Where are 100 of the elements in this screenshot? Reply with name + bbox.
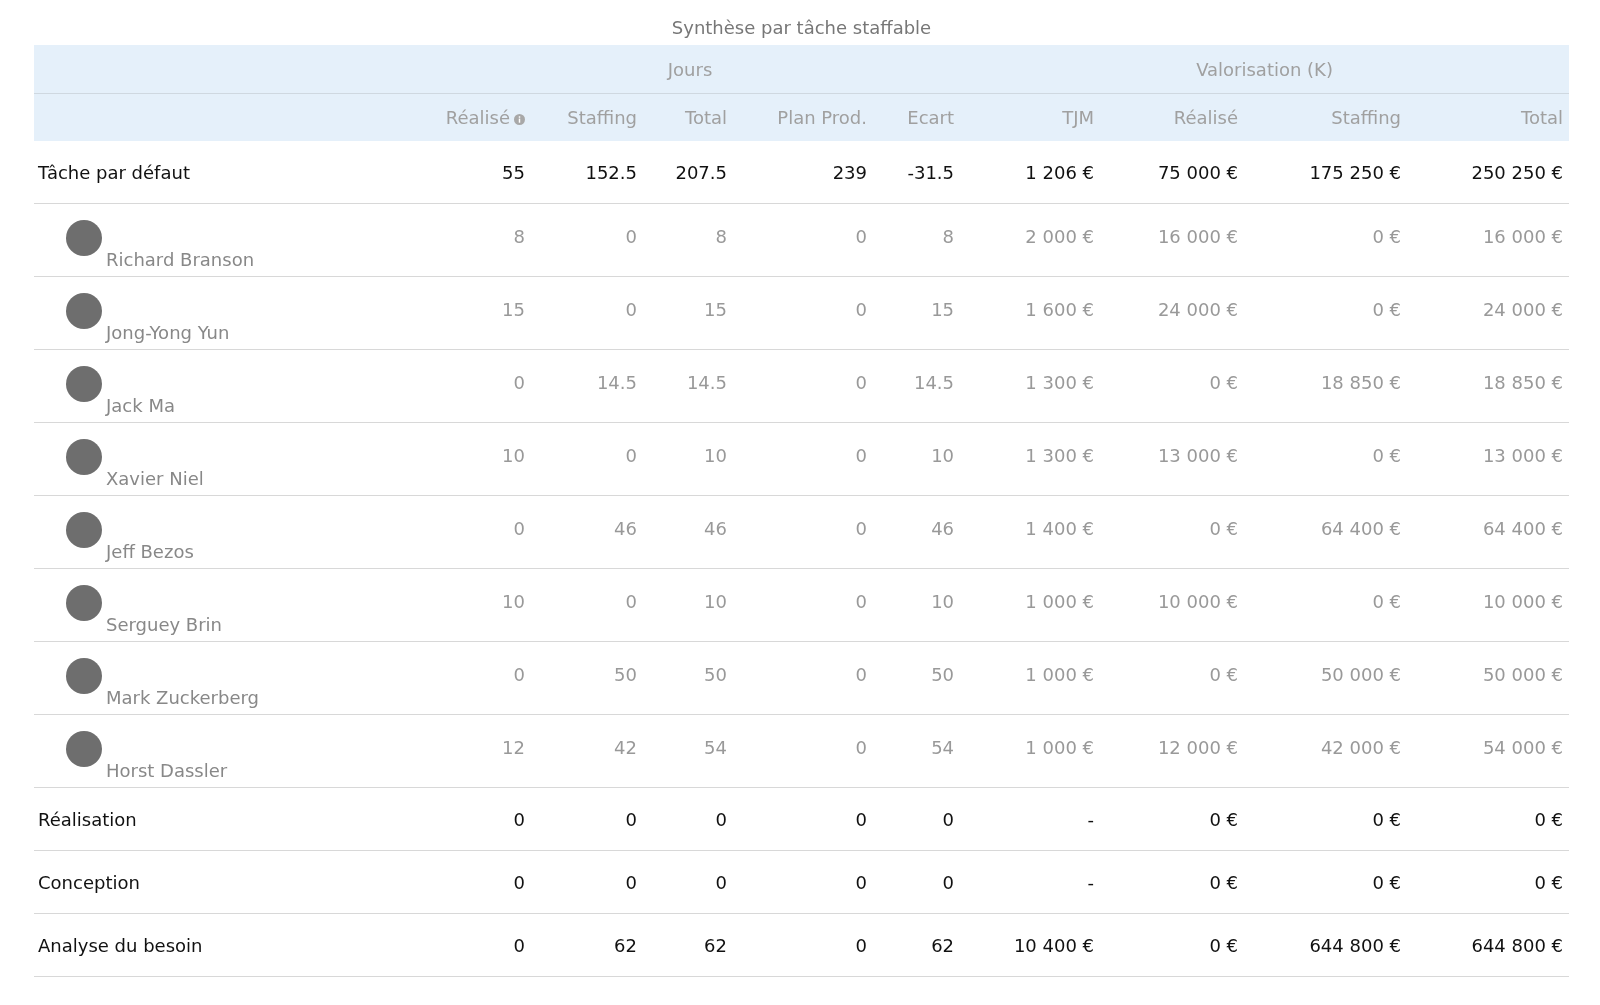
table-cell: 54 — [643, 714, 733, 788]
task-name: Conception — [34, 850, 420, 914]
table-cell: 46 — [873, 495, 961, 569]
table-cell: 0 — [531, 203, 643, 277]
table-cell: 0 — [531, 850, 643, 914]
avatar-placeholder — [66, 731, 102, 767]
table-cell: - — [960, 787, 1101, 851]
table-cell: 10 — [643, 568, 733, 642]
table-cell: 0 — [733, 714, 873, 788]
table-cell: 18 850 € — [1407, 349, 1570, 423]
column-header: Réalisé — [445, 107, 510, 128]
table-cell: 24 000 € — [1407, 276, 1570, 350]
table-cell: 0 — [733, 913, 873, 977]
table-cell: - — [960, 850, 1101, 914]
table-cell: 12 — [420, 714, 531, 788]
person-name: Xavier Niel — [106, 468, 204, 489]
table-cell: 10 — [643, 422, 733, 496]
avatar-placeholder — [66, 512, 102, 548]
table-title: Synthèse par tâche staffable — [670, 16, 933, 40]
table-cell: 0 — [420, 641, 531, 715]
table-cell: 0 — [531, 422, 643, 496]
table-cell: 62 — [643, 913, 733, 977]
info-icon[interactable] — [514, 113, 525, 125]
table-cell: 13 000 € — [1407, 422, 1570, 496]
table-cell: 10 400 € — [960, 913, 1101, 977]
table-cell: 42 000 € — [1244, 714, 1408, 788]
table-cell: 62 — [873, 913, 961, 977]
table-cell: 75 000 € — [1100, 141, 1245, 204]
task-name: Réalisation — [34, 787, 420, 851]
avatar-placeholder — [66, 293, 102, 329]
table-cell: 0 — [733, 850, 873, 914]
column-header: Ecart — [907, 107, 955, 128]
table-cell: 14.5 — [643, 349, 733, 423]
column-group-header: Valorisation (K) — [960, 45, 1570, 94]
table-cell: 0 — [733, 787, 873, 851]
column-header: Plan Prod. — [777, 107, 867, 128]
table-cell: 0 — [420, 850, 531, 914]
column-header: TJM — [1062, 107, 1095, 128]
table-cell: 50 — [531, 641, 643, 715]
table-cell: 0 € — [1244, 850, 1408, 914]
table-cell: 0 € — [1100, 349, 1245, 423]
table-cell: 50 — [873, 641, 961, 715]
table-cell: 0 — [733, 422, 873, 496]
table-cell: 8 — [420, 203, 531, 277]
table-cell: 18 850 € — [1244, 349, 1408, 423]
table-cell: 0 — [531, 787, 643, 851]
table-cell: 10 — [420, 422, 531, 496]
table-cell: 175 250 € — [1244, 141, 1408, 204]
avatar-placeholder — [66, 439, 102, 475]
table-cell: 207.5 — [643, 141, 733, 204]
table-cell: 42 — [531, 714, 643, 788]
person-name: Jack Ma — [106, 395, 175, 416]
column-header: Total — [684, 107, 727, 128]
avatar-placeholder — [66, 220, 102, 256]
task-name: Tâche par défaut — [34, 141, 420, 204]
table-cell: 14.5 — [873, 349, 961, 423]
table-cell: 1 300 € — [960, 349, 1101, 423]
table-cell: 644 800 € — [1244, 913, 1408, 977]
table-cell: 15 — [420, 276, 531, 350]
person-name: Richard Branson — [106, 249, 255, 270]
table-cell: 0 — [643, 787, 733, 851]
table-cell: 24 000 € — [1100, 276, 1245, 350]
table-cell: 0 — [420, 349, 531, 423]
task-name: Analyse du besoin — [34, 913, 420, 977]
table-cell: 13 000 € — [1100, 422, 1245, 496]
table-cell: 0 — [420, 495, 531, 569]
table-cell: 0 — [733, 495, 873, 569]
table-cell: 0 — [733, 349, 873, 423]
table-cell: 16 000 € — [1100, 203, 1245, 277]
table-cell: 0 — [531, 276, 643, 350]
column-header: Réalisé — [1173, 107, 1239, 128]
table-cell: 1 000 € — [960, 714, 1101, 788]
table-cell: 0 € — [1100, 913, 1245, 977]
table-cell: 0 — [420, 787, 531, 851]
table-cell: 0 € — [1100, 641, 1245, 715]
table-cell: 0 € — [1244, 568, 1408, 642]
person-name: Jong-Yong Yun — [106, 322, 230, 343]
table-cell: 1 000 € — [960, 568, 1101, 642]
table-cell: 0 € — [1100, 787, 1245, 851]
table-cell: 54 — [873, 714, 961, 788]
table-cell: 1 000 € — [960, 641, 1101, 715]
person-name: Jeff Bezos — [106, 541, 194, 562]
table-cell: 54 000 € — [1407, 714, 1570, 788]
table-cell: 250 250 € — [1407, 141, 1570, 204]
table-cell: 64 400 € — [1244, 495, 1408, 569]
table-cell: 0 — [643, 850, 733, 914]
table-cell: 152.5 — [531, 141, 643, 204]
table-cell: 16 000 € — [1407, 203, 1570, 277]
table-cell: 239 — [733, 141, 873, 204]
column-header: Total — [1521, 107, 1564, 128]
table-cell: 0 € — [1100, 850, 1245, 914]
table-cell: 55 — [420, 141, 531, 204]
avatar-placeholder — [66, 366, 102, 402]
table-cell: 0 € — [1407, 850, 1570, 914]
table-cell: 0 — [531, 568, 643, 642]
table-cell: 50 000 € — [1407, 641, 1570, 715]
column-header: Staffing — [567, 107, 637, 128]
table-cell: 1 400 € — [960, 495, 1101, 569]
avatar-placeholder — [66, 585, 102, 621]
table-cell: -31.5 — [873, 141, 961, 204]
